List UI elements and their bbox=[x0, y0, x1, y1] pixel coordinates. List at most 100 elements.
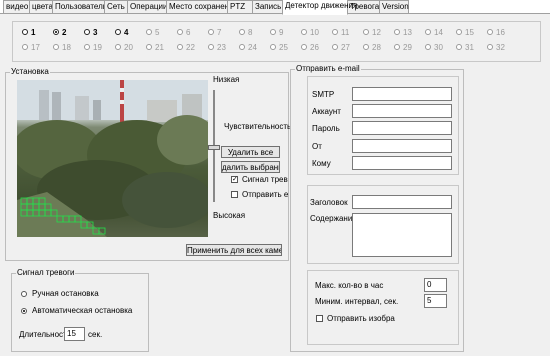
content-textarea[interactable] bbox=[352, 213, 452, 257]
password-input[interactable] bbox=[352, 121, 452, 135]
subject-input[interactable] bbox=[352, 195, 452, 209]
max-per-hour-label: Макс. кол-во в час bbox=[315, 281, 384, 290]
channel-18-radio: 18 bbox=[53, 43, 71, 53]
channel-14-radio: 14 bbox=[425, 28, 443, 38]
sensitivity-label: Чувствительность bbox=[224, 122, 292, 131]
delete-all-button[interactable]: Удалить все bbox=[221, 146, 280, 158]
channel-4-radio[interactable]: 4 bbox=[115, 28, 128, 38]
channel-label: 23 bbox=[217, 43, 226, 52]
tab-1[interactable]: цвета bbox=[29, 0, 53, 13]
channel-26-radio: 26 bbox=[301, 43, 319, 53]
channel-label: 17 bbox=[31, 43, 40, 52]
channel-7-radio: 7 bbox=[208, 28, 221, 38]
manual-stop-label: Ручная остановка bbox=[32, 289, 99, 298]
radio-dot-icon bbox=[22, 43, 28, 50]
channel-21-radio: 21 bbox=[146, 43, 164, 53]
channel-label: 15 bbox=[465, 28, 474, 37]
to-label: Кому bbox=[312, 159, 331, 168]
tab-2[interactable]: Пользователи bbox=[52, 0, 107, 13]
channel-20-radio: 20 bbox=[115, 43, 133, 53]
channel-label: 28 bbox=[372, 43, 381, 52]
channel-label: 16 bbox=[496, 28, 505, 37]
tab-7[interactable]: Запись bbox=[252, 0, 283, 13]
channel-31-radio: 31 bbox=[456, 43, 474, 53]
radio-dot-icon bbox=[270, 43, 276, 50]
auto-stop-radio[interactable] bbox=[21, 308, 27, 314]
radio-dot-icon bbox=[332, 43, 338, 50]
channel-label: 19 bbox=[93, 43, 102, 52]
manual-stop-radio[interactable] bbox=[21, 291, 27, 297]
tab-3[interactable]: Сеть bbox=[104, 0, 128, 13]
radio-dot-icon bbox=[394, 43, 400, 50]
max-per-hour-input[interactable]: 0 bbox=[424, 278, 447, 292]
camera-preview[interactable] bbox=[17, 80, 208, 237]
tab-10[interactable]: Version bbox=[379, 0, 409, 13]
channel-27-radio: 27 bbox=[332, 43, 350, 53]
channel-label: 18 bbox=[62, 43, 71, 52]
account-input[interactable] bbox=[352, 104, 452, 118]
channel-3-radio[interactable]: 3 bbox=[84, 28, 97, 38]
subject-label: Заголовок bbox=[310, 198, 348, 207]
channel-label: 22 bbox=[186, 43, 195, 52]
to-input[interactable] bbox=[352, 156, 452, 170]
channel-16-radio: 16 bbox=[487, 28, 505, 38]
radio-dot-icon bbox=[115, 28, 121, 35]
channel-12-radio: 12 bbox=[363, 28, 381, 38]
channel-23-radio: 23 bbox=[208, 43, 226, 53]
delete-selected-button[interactable]: далить выбранны bbox=[221, 161, 280, 173]
tab-0[interactable]: видео bbox=[3, 0, 30, 13]
radio-dot-icon bbox=[84, 43, 90, 50]
radio-dot-icon bbox=[84, 28, 90, 35]
send-image-checkbox[interactable] bbox=[316, 315, 323, 322]
alarm-group-title: Сигнал тревоги bbox=[16, 268, 76, 278]
send-email-checkbox[interactable] bbox=[231, 191, 238, 198]
channel-label: 13 bbox=[403, 28, 412, 37]
radio-dot-icon bbox=[394, 28, 400, 35]
channel-19-radio: 19 bbox=[84, 43, 102, 53]
channel-28-radio: 28 bbox=[363, 43, 381, 53]
smtp-input[interactable] bbox=[352, 87, 452, 101]
channel-label: 2 bbox=[62, 28, 67, 37]
channel-label: 4 bbox=[124, 28, 129, 37]
sensitivity-low-label: Низкая bbox=[213, 75, 240, 84]
duration-unit: сек. bbox=[88, 330, 103, 339]
channel-label: 31 bbox=[465, 43, 474, 52]
radio-dot-icon bbox=[456, 28, 462, 35]
channel-label: 1 bbox=[31, 28, 36, 37]
auto-stop-label: Автоматическая остановка bbox=[32, 306, 133, 315]
tab-4[interactable]: Операции bbox=[127, 0, 167, 13]
sensitivity-slider-thumb[interactable] bbox=[208, 145, 220, 150]
tab-6[interactable]: PTZ bbox=[227, 0, 253, 13]
radio-dot-icon bbox=[363, 28, 369, 35]
channel-2-radio[interactable]: 2 bbox=[53, 28, 66, 38]
apply-all-cameras-button[interactable]: Применить для всех камер bbox=[186, 244, 282, 256]
min-interval-label: Миним. интервал, сек. bbox=[315, 297, 399, 306]
radio-dot-icon bbox=[301, 28, 307, 35]
channel-label: 3 bbox=[93, 28, 98, 37]
radio-dot-icon bbox=[115, 43, 121, 50]
from-input[interactable] bbox=[352, 139, 452, 153]
channel-24-radio: 24 bbox=[239, 43, 257, 53]
radio-dot-icon bbox=[53, 43, 59, 50]
tab-8[interactable]: Детектор движения bbox=[282, 0, 357, 15]
duration-input[interactable]: 15 bbox=[64, 327, 85, 341]
channel-label: 7 bbox=[217, 28, 222, 37]
min-interval-input[interactable]: 5 bbox=[424, 294, 447, 308]
channel-15-radio: 15 bbox=[456, 28, 474, 38]
tab-5[interactable]: Место сохранения bbox=[166, 0, 238, 13]
tab-bar: видео цвета Пользователи Сеть Операции Место … bbox=[0, 0, 550, 15]
channel-1-radio[interactable]: 1 bbox=[22, 28, 35, 38]
radio-dot-icon bbox=[22, 28, 28, 35]
radio-dot-icon bbox=[208, 43, 214, 50]
radio-dot-icon bbox=[425, 43, 431, 50]
channel-label: 12 bbox=[372, 28, 381, 37]
send-email-label: Отправить е bbox=[242, 190, 289, 199]
channel-label: 21 bbox=[155, 43, 164, 52]
channel-label: 8 bbox=[248, 28, 253, 37]
camera-image bbox=[17, 80, 208, 237]
channel-label: 9 bbox=[279, 28, 284, 37]
radio-dot-icon bbox=[270, 28, 276, 35]
content-label: Содержание bbox=[310, 214, 357, 223]
alarm-signal-checkbox[interactable]: ✓ bbox=[231, 176, 238, 183]
radio-dot-icon bbox=[239, 28, 245, 35]
